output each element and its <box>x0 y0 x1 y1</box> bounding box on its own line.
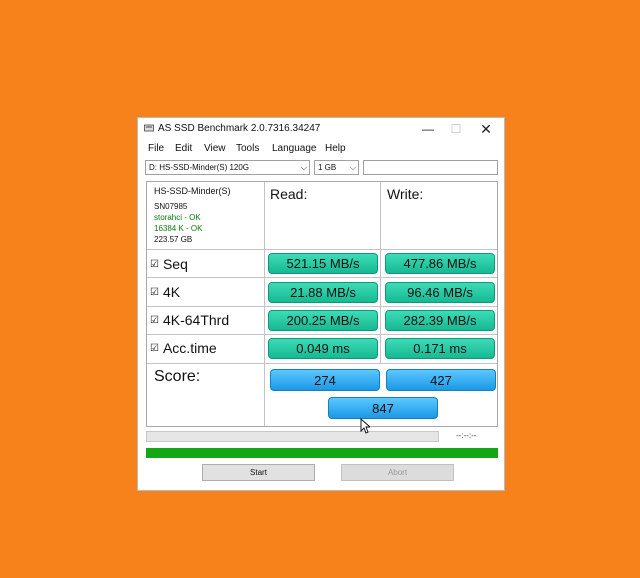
grid-divider <box>147 334 497 335</box>
minimize-button[interactable]: — <box>414 120 442 138</box>
row-seq-text: Seq <box>162 256 188 272</box>
grid-divider <box>147 277 497 278</box>
score-label: Score: <box>154 368 201 385</box>
row-acc-label[interactable]: ☑ Acc.time <box>150 340 217 356</box>
menu-help[interactable]: Help <box>325 143 346 154</box>
checkbox-icon[interactable]: ☑ <box>150 287 159 298</box>
results-grid: HS-SSD-Minder(S) SN07985 storahci - OK 1… <box>146 181 498 427</box>
grid-divider <box>147 306 497 307</box>
grid-divider <box>147 249 497 250</box>
drive-serial: SN07985 <box>154 202 188 211</box>
checkbox-icon[interactable]: ☑ <box>150 315 159 326</box>
drive-icon <box>144 124 154 132</box>
alignment-status: 16384 K - OK <box>154 224 203 233</box>
drive-name: HS-SSD-Minder(S) <box>154 186 231 196</box>
row-seq-label[interactable]: ☑ Seq <box>150 256 188 272</box>
close-button[interactable]: ✕ <box>472 120 500 138</box>
menu-view[interactable]: View <box>204 143 226 154</box>
checkbox-icon[interactable]: ☑ <box>150 259 159 270</box>
drive-select-value: D: HS-SSD-Minder(S) 120G <box>149 163 250 172</box>
elapsed-time: --:--:-- <box>456 431 477 440</box>
chevron-down-icon: ⌵ <box>349 163 356 172</box>
size-select-value: 1 GB <box>318 163 337 172</box>
progress-bar <box>146 431 439 442</box>
menu-bar: File Edit View Tools Language Help <box>138 140 504 158</box>
grid-divider <box>147 363 497 364</box>
app-window: AS SSD Benchmark 2.0.7316.34247 — ☐ ✕ Fi… <box>137 117 505 491</box>
4k-read-value: 21.88 MB/s <box>268 282 378 303</box>
drive-capacity: 223.57 GB <box>154 235 193 244</box>
4k64-write-value: 282.39 MB/s <box>385 310 495 331</box>
menu-edit[interactable]: Edit <box>175 143 192 154</box>
grid-divider <box>380 182 381 363</box>
4k-write-value: 96.46 MB/s <box>385 282 495 303</box>
grid-divider <box>264 182 265 426</box>
row-4k64-label[interactable]: ☑ 4K-64Thrd <box>150 312 229 328</box>
chevron-down-icon: ⌵ <box>300 163 307 172</box>
row-4k-text: 4K <box>162 284 181 300</box>
size-select[interactable]: 1 GB ⌵ <box>314 160 359 175</box>
menu-file[interactable]: File <box>148 143 164 154</box>
checkbox-icon[interactable]: ☑ <box>150 343 159 354</box>
menu-language[interactable]: Language <box>272 143 317 154</box>
seq-write-value: 477.86 MB/s <box>385 253 495 274</box>
maximize-button[interactable]: ☐ <box>442 120 470 138</box>
seq-read-value: 521.15 MB/s <box>268 253 378 274</box>
title-bar[interactable]: AS SSD Benchmark 2.0.7316.34247 — ☐ ✕ <box>138 118 504 140</box>
menu-tools[interactable]: Tools <box>236 143 259 154</box>
acc-read-value: 0.049 ms <box>268 338 378 359</box>
completion-bar <box>146 448 498 458</box>
4k64-read-value: 200.25 MB/s <box>268 310 378 331</box>
acc-write-value: 0.171 ms <box>385 338 495 359</box>
abort-button[interactable]: Abort <box>341 464 454 481</box>
window-title: AS SSD Benchmark 2.0.7316.34247 <box>158 123 321 134</box>
mouse-cursor-icon <box>360 418 370 434</box>
score-total: 847 <box>328 397 438 419</box>
score-write: 427 <box>386 369 496 391</box>
score-read: 274 <box>270 369 380 391</box>
row-4k64-text: 4K-64Thrd <box>162 312 230 328</box>
start-button[interactable]: Start <box>202 464 315 481</box>
row-acc-text: Acc.time <box>162 340 217 356</box>
drive-select[interactable]: D: HS-SSD-Minder(S) 120G ⌵ <box>145 160 310 175</box>
write-header: Write: <box>387 186 424 202</box>
driver-status: storahci - OK <box>154 213 201 222</box>
read-header: Read: <box>270 186 308 202</box>
row-4k-label[interactable]: ☑ 4K <box>150 284 180 300</box>
search-input[interactable] <box>363 160 498 175</box>
